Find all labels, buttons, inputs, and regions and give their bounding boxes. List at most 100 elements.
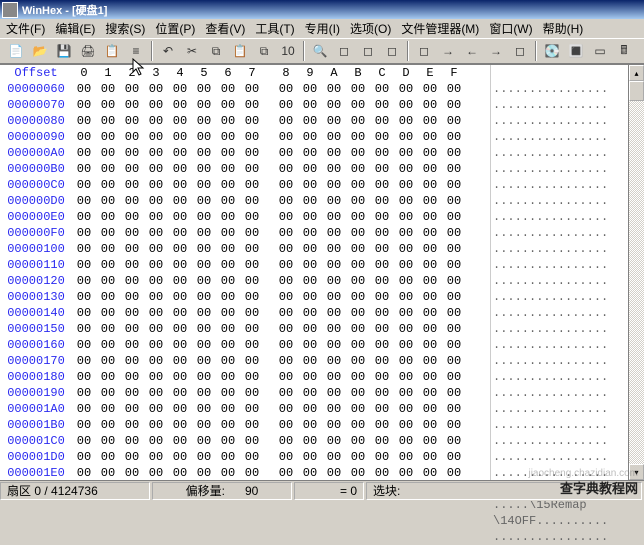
byte-cell[interactable]: 00 [144, 321, 168, 337]
save-button[interactable]: 💾 [53, 40, 75, 62]
ascii-line[interactable]: ................ [491, 177, 628, 193]
byte-cell[interactable]: 00 [72, 81, 96, 97]
byte-cell[interactable]: 00 [72, 369, 96, 385]
byte-cell[interactable]: 00 [96, 433, 120, 449]
byte-cell[interactable]: 00 [72, 337, 96, 353]
byte-cell[interactable]: 00 [274, 225, 298, 241]
byte-cell[interactable]: 00 [274, 401, 298, 417]
byte-cell[interactable]: 00 [370, 401, 394, 417]
byte-cell[interactable]: 00 [240, 81, 264, 97]
byte-cell[interactable]: 00 [120, 161, 144, 177]
menu-item[interactable]: 工具(T) [255, 20, 294, 37]
byte-cell[interactable]: 00 [120, 305, 144, 321]
byte-cell[interactable]: 00 [120, 209, 144, 225]
byte-cell[interactable]: 00 [144, 417, 168, 433]
byte-cell[interactable]: 00 [216, 385, 240, 401]
byte-cell[interactable]: 00 [274, 177, 298, 193]
byte-cell[interactable]: 00 [322, 369, 346, 385]
byte-cell[interactable]: 00 [346, 289, 370, 305]
ascii-line[interactable]: ................ [491, 449, 628, 465]
byte-cell[interactable]: 00 [144, 401, 168, 417]
byte-cell[interactable]: 00 [442, 193, 466, 209]
byte-cell[interactable]: 00 [192, 145, 216, 161]
byte-cell[interactable]: 00 [418, 401, 442, 417]
byte-cell[interactable]: 00 [394, 353, 418, 369]
byte-cell[interactable]: 00 [418, 225, 442, 241]
byte-cell[interactable]: 00 [442, 321, 466, 337]
byte-cell[interactable]: 00 [96, 81, 120, 97]
byte-cell[interactable]: 00 [216, 465, 240, 480]
byte-cell[interactable]: 00 [120, 113, 144, 129]
byte-cell[interactable]: 00 [322, 145, 346, 161]
byte-cell[interactable]: 00 [72, 465, 96, 480]
byte-cell[interactable]: 00 [322, 225, 346, 241]
menu-item[interactable]: 搜索(S) [105, 20, 145, 37]
byte-cell[interactable]: 00 [394, 369, 418, 385]
byte-cell[interactable]: 00 [298, 81, 322, 97]
print-button[interactable]: 🖨 [77, 40, 99, 62]
byte-cell[interactable]: 00 [442, 289, 466, 305]
byte-cell[interactable]: 00 [192, 161, 216, 177]
byte-cell[interactable]: 00 [394, 193, 418, 209]
find-hex-button[interactable]: ◻ [333, 40, 355, 62]
byte-cell[interactable]: 00 [144, 369, 168, 385]
byte-cell[interactable]: 00 [144, 129, 168, 145]
byte-cell[interactable]: 00 [274, 289, 298, 305]
byte-cell[interactable]: 00 [274, 161, 298, 177]
byte-cell[interactable]: 00 [274, 145, 298, 161]
byte-cell[interactable]: 00 [120, 225, 144, 241]
byte-cell[interactable]: 00 [442, 241, 466, 257]
byte-cell[interactable]: 00 [240, 177, 264, 193]
byte-cell[interactable]: 00 [274, 209, 298, 225]
byte-cell[interactable]: 00 [144, 177, 168, 193]
disk-button[interactable]: 💽 [541, 40, 563, 62]
byte-cell[interactable]: 00 [346, 177, 370, 193]
byte-cell[interactable]: 00 [346, 209, 370, 225]
byte-cell[interactable]: 00 [442, 161, 466, 177]
byte-cell[interactable]: 00 [274, 449, 298, 465]
byte-cell[interactable]: 00 [192, 401, 216, 417]
byte-cell[interactable]: 00 [216, 81, 240, 97]
byte-cell[interactable]: 00 [168, 353, 192, 369]
byte-cell[interactable]: 00 [346, 161, 370, 177]
byte-cell[interactable]: 00 [346, 385, 370, 401]
replace-button[interactable]: ◻ [357, 40, 379, 62]
byte-cell[interactable]: 00 [418, 385, 442, 401]
byte-cell[interactable]: 00 [192, 337, 216, 353]
byte-cell[interactable]: 00 [120, 337, 144, 353]
byte-cell[interactable]: 00 [322, 305, 346, 321]
byte-cell[interactable]: 00 [274, 369, 298, 385]
byte-cell[interactable]: 00 [322, 129, 346, 145]
byte-cell[interactable]: 00 [144, 81, 168, 97]
byte-cell[interactable]: 00 [370, 209, 394, 225]
byte-cell[interactable]: 00 [120, 465, 144, 480]
byte-cell[interactable]: 00 [72, 225, 96, 241]
byte-cell[interactable]: 00 [442, 129, 466, 145]
byte-cell[interactable]: 00 [192, 97, 216, 113]
byte-cell[interactable]: 00 [418, 113, 442, 129]
byte-cell[interactable]: 00 [240, 193, 264, 209]
byte-cell[interactable]: 00 [370, 369, 394, 385]
byte-cell[interactable]: 00 [216, 177, 240, 193]
byte-cell[interactable]: 00 [72, 145, 96, 161]
byte-cell[interactable]: 00 [346, 113, 370, 129]
list-button[interactable]: ≡ [125, 40, 147, 62]
byte-cell[interactable]: 00 [72, 433, 96, 449]
ascii-pane[interactable]: ........................................… [490, 65, 628, 480]
byte-cell[interactable]: 00 [240, 273, 264, 289]
byte-cell[interactable]: 00 [346, 321, 370, 337]
byte-cell[interactable]: 00 [322, 385, 346, 401]
special-button[interactable]: ⧉ [253, 40, 275, 62]
byte-cell[interactable]: 00 [346, 401, 370, 417]
ram-button[interactable]: ▭ [589, 40, 611, 62]
byte-cell[interactable]: 00 [274, 353, 298, 369]
ascii-line[interactable]: ................ [491, 145, 628, 161]
byte-cell[interactable]: 00 [298, 433, 322, 449]
byte-cell[interactable]: 00 [418, 321, 442, 337]
byte-cell[interactable]: 00 [168, 305, 192, 321]
vertical-scrollbar[interactable]: ▴ ▾ [628, 65, 644, 480]
byte-cell[interactable]: 00 [216, 449, 240, 465]
byte-cell[interactable]: 00 [96, 289, 120, 305]
byte-cell[interactable]: 00 [298, 353, 322, 369]
byte-cell[interactable]: 00 [322, 257, 346, 273]
